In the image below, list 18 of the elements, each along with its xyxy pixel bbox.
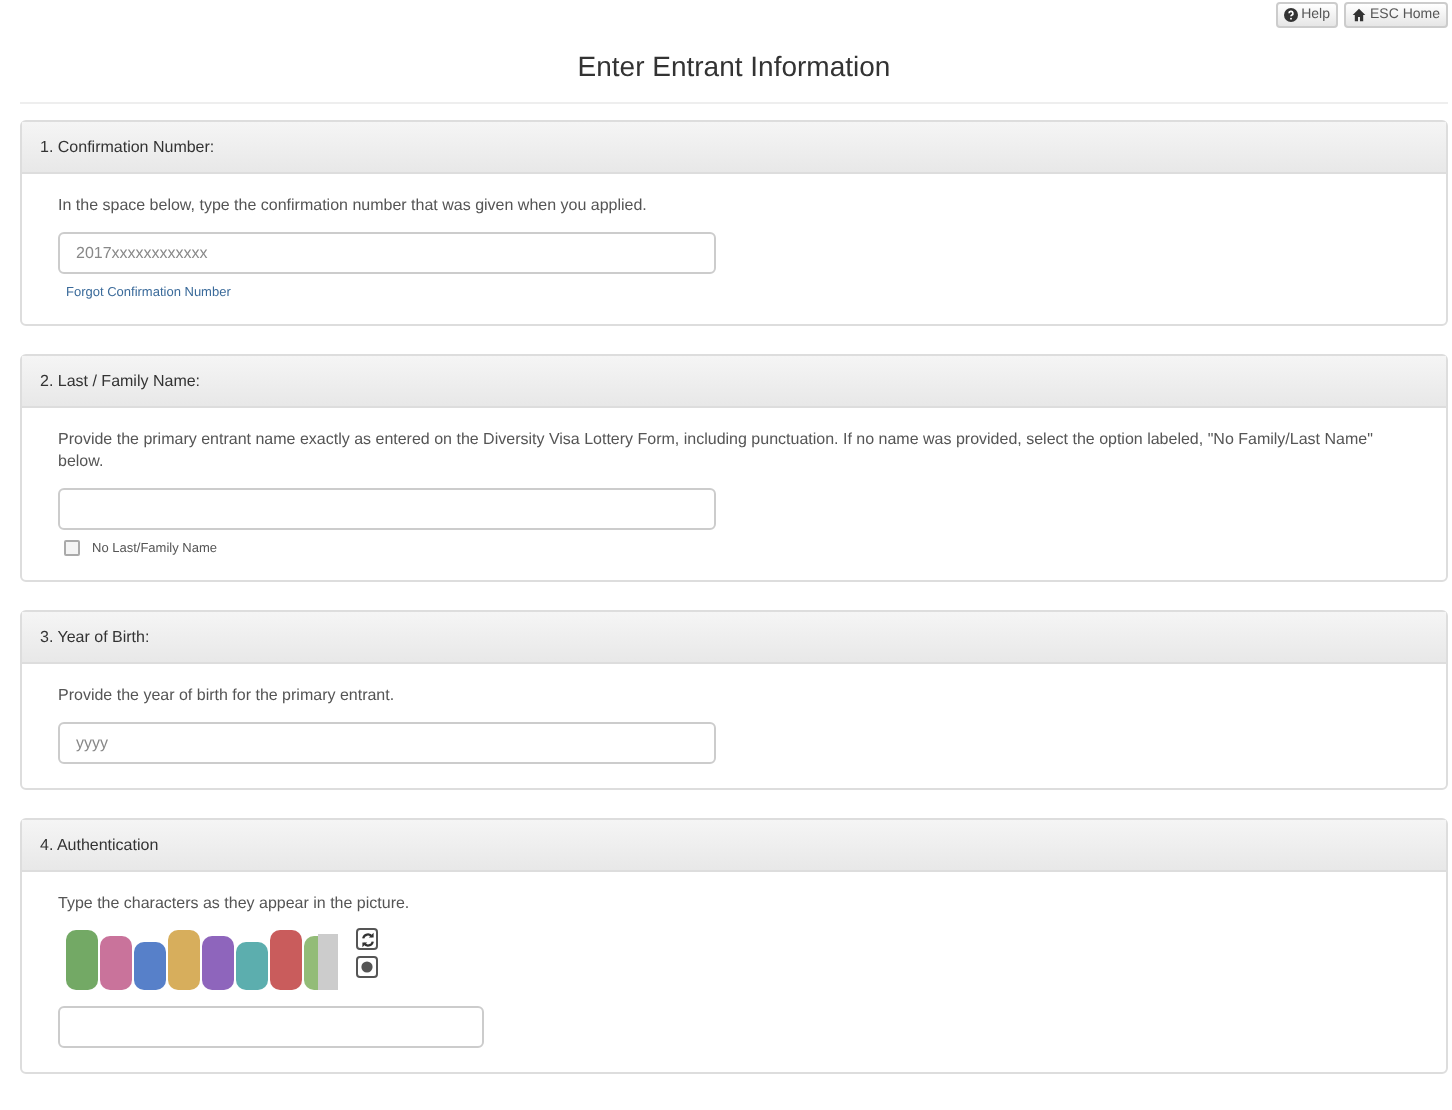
instructions-text: Provide the year of birth for the primary entrant. bbox=[58, 684, 395, 706]
panel-header: 3. Year of Birth: bbox=[22, 612, 1446, 664]
help-icon bbox=[1283, 8, 1298, 22]
audio-button[interactable] bbox=[356, 956, 378, 978]
instructions-text: In the space below, type the confirmation number that was given when you applied. bbox=[58, 194, 647, 216]
instructions-text: Type the characters as they appear in the picture. bbox=[58, 892, 410, 914]
input-field[interactable] bbox=[58, 488, 716, 530]
home-icon bbox=[1351, 8, 1366, 22]
refresh-button[interactable] bbox=[356, 928, 378, 950]
panel-header: 2. Last / Family Name: bbox=[22, 356, 1446, 408]
input-field[interactable] bbox=[58, 1006, 484, 1048]
instructions-text: Provide the primary entrant name exactly as entered on the Diversity Visa Lottery Form, including punctuation. If no name was provided, select the option labeled, "No Family/Last Name" below. bbox=[58, 428, 1375, 472]
page-title: Enter Entrant Information bbox=[20, 28, 1448, 104]
panel-header: 4. Authentication bbox=[22, 820, 1446, 872]
checkbox[interactable] bbox=[64, 540, 80, 556]
input-field[interactable]: yyyy bbox=[58, 722, 716, 764]
panel-header: 1. Confirmation Number: bbox=[22, 122, 1446, 174]
input-field[interactable]: 2017xxxxxxxxxxxx bbox=[58, 232, 716, 274]
